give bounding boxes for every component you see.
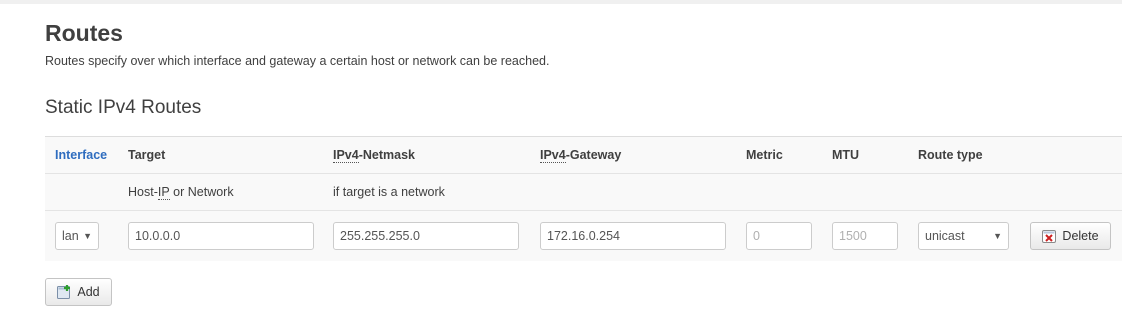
section-title: Static IPv4 Routes xyxy=(45,97,202,118)
add-button[interactable]: Add xyxy=(45,278,112,306)
target-input[interactable]: 10.0.0.0 xyxy=(128,222,314,250)
header-netmask-abbr: IPv4 xyxy=(333,147,359,163)
route-type-select[interactable]: unicast ▼ xyxy=(918,222,1009,250)
target-description: Host- IP or Network xyxy=(128,174,234,210)
chevron-down-icon: ▼ xyxy=(993,231,1002,241)
table-description-row: Host- IP or Network if target is a networ… xyxy=(45,174,1122,211)
header-netmask-rest: -Netmask xyxy=(358,148,415,162)
page-description: Routes specify over which interface and … xyxy=(45,54,550,68)
header-route-type: Route type xyxy=(918,148,983,162)
header-gateway-abbr: IPv4 xyxy=(540,147,566,163)
interface-select[interactable]: lan ▼ xyxy=(55,222,99,250)
header-metric: Metric xyxy=(746,148,783,162)
header-interface[interactable]: Interface xyxy=(55,137,107,173)
route-type-select-value: unicast xyxy=(925,229,965,243)
add-icon xyxy=(57,285,71,299)
delete-icon xyxy=(1042,229,1057,243)
metric-input[interactable]: 0 xyxy=(746,222,812,250)
table-header-row: Interface Target IPv4 -Netmask IPv4 -Gatew… xyxy=(45,137,1122,174)
header-gateway-rest: -Gateway xyxy=(565,148,622,162)
add-button-label: Add xyxy=(77,285,100,299)
target-desc-suffix: or Network xyxy=(169,185,234,199)
target-desc-prefix: Host- xyxy=(128,185,158,199)
header-target: Target xyxy=(128,148,166,162)
header-netmask: IPv4 -Netmask xyxy=(333,137,415,173)
static-routes-table: Interface Target IPv4 -Netmask IPv4 -Gatew… xyxy=(45,136,1122,261)
mtu-input[interactable]: 1500 xyxy=(832,222,898,250)
gateway-input[interactable]: 172.16.0.254 xyxy=(540,222,726,250)
delete-button-label: Delete xyxy=(1062,229,1099,243)
routes-page: Routes Routes specify over which interfa… xyxy=(0,0,1122,316)
top-strip xyxy=(0,0,1122,4)
page-title: Routes xyxy=(45,20,123,46)
netmask-description: if target is a network xyxy=(333,185,445,199)
delete-button[interactable]: Delete xyxy=(1030,222,1111,250)
netmask-input[interactable]: 255.255.255.0 xyxy=(333,222,519,250)
header-gateway: IPv4 -Gateway xyxy=(540,137,621,173)
target-desc-abbr: IP xyxy=(157,184,170,200)
table-row: lan ▼ 10.0.0.0 255.255.255.0 172.16.0.25… xyxy=(45,211,1122,261)
interface-select-value: lan xyxy=(62,229,79,243)
chevron-down-icon: ▼ xyxy=(83,231,92,241)
header-mtu: MTU xyxy=(832,148,860,162)
